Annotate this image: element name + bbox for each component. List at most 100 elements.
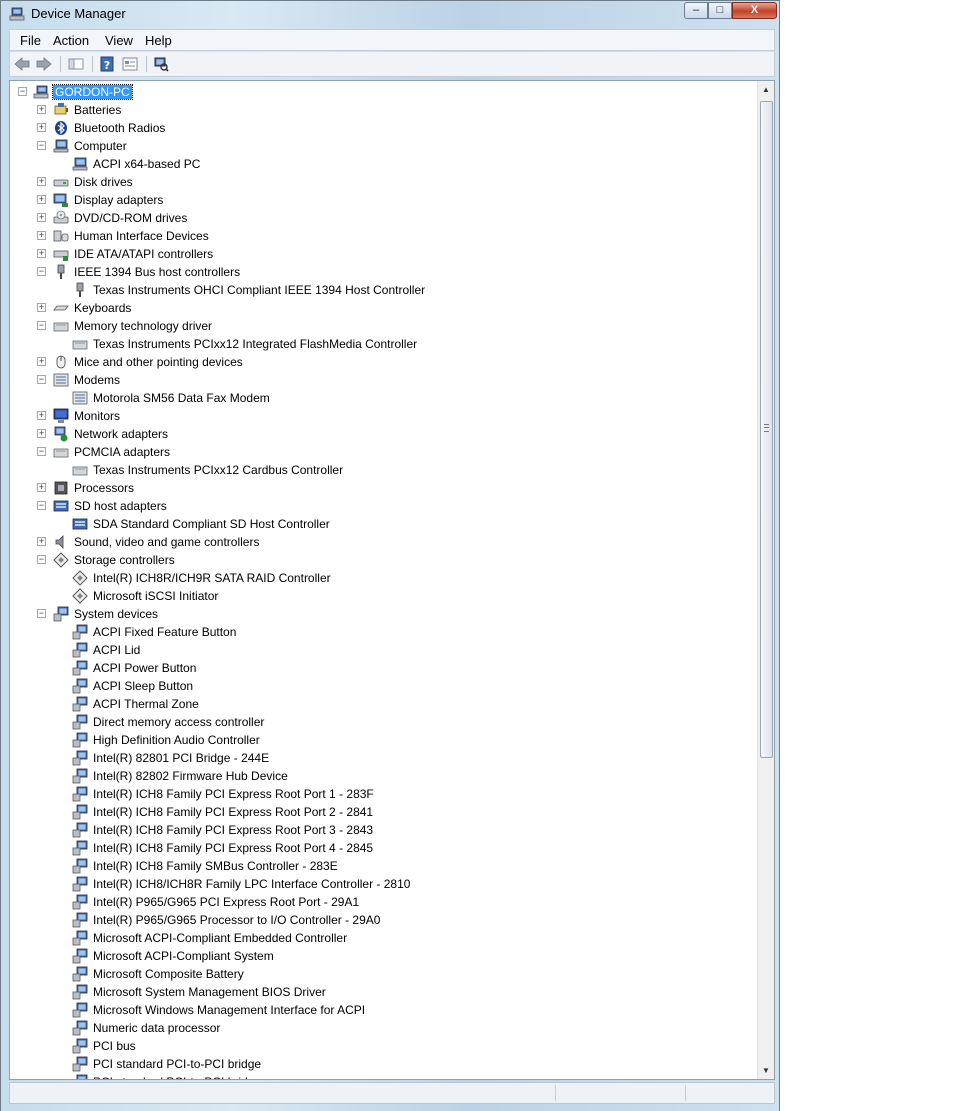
device-item[interactable]: Microsoft System Management BIOS Driver (10, 983, 758, 1001)
category-item-processors[interactable]: + Processors (10, 479, 758, 497)
device-item[interactable]: Microsoft iSCSI Initiator (10, 587, 758, 605)
scroll-up-icon[interactable]: ▲ (758, 81, 774, 98)
expand-icon[interactable]: + (37, 195, 46, 204)
collapse-icon[interactable]: − (37, 267, 46, 276)
back-button[interactable] (12, 55, 32, 73)
expand-icon[interactable]: + (37, 483, 46, 492)
device-item[interactable]: Intel(R) ICH8R/ICH9R SATA RAID Controlle… (10, 569, 758, 587)
device-item[interactable]: Motorola SM56 Data Fax Modem (10, 389, 758, 407)
device-item[interactable]: SDA Standard Compliant SD Host Controlle… (10, 515, 758, 533)
device-item[interactable]: ACPI Sleep Button (10, 677, 758, 695)
scan-hardware-button[interactable] (151, 55, 171, 73)
device-item[interactable]: Texas Instruments PCIxx12 Cardbus Contro… (10, 461, 758, 479)
device-item[interactable]: ACPI Lid (10, 641, 758, 659)
device-item[interactable]: ACPI Power Button (10, 659, 758, 677)
device-item[interactable]: Numeric data processor (10, 1019, 758, 1037)
device-item[interactable]: Intel(R) ICH8/ICH8R Family LPC Interface… (10, 875, 758, 893)
category-item-dvd-cd-rom-drives[interactable]: + DVD/CD-ROM drives (10, 209, 758, 227)
category-item-storage-controllers[interactable]: − Storage controllers (10, 551, 758, 569)
scroll-down-icon[interactable]: ▼ (758, 1062, 774, 1079)
device-item[interactable]: Microsoft Windows Management Interface f… (10, 1001, 758, 1019)
expand-icon[interactable]: + (37, 411, 46, 420)
close-button[interactable]: X (732, 2, 777, 19)
show-hide-tree-button[interactable] (66, 55, 86, 73)
expand-icon[interactable]: + (37, 213, 46, 222)
collapse-icon[interactable]: − (37, 375, 46, 384)
expand-icon[interactable]: + (37, 357, 46, 366)
expand-icon[interactable]: + (37, 303, 46, 312)
expand-icon[interactable]: + (37, 537, 46, 546)
collapse-icon[interactable]: − (18, 87, 27, 96)
menu-action[interactable]: Action (53, 33, 89, 48)
device-item[interactable]: ACPI Fixed Feature Button (10, 623, 758, 641)
collapse-icon[interactable]: − (37, 447, 46, 456)
device-item[interactable]: Texas Instruments OHCI Compliant IEEE 13… (10, 281, 758, 299)
device-item[interactable]: Intel(R) 82802 Firmware Hub Device (10, 767, 758, 785)
forward-button[interactable] (34, 55, 54, 73)
category-item-human-interface-devices[interactable]: + Human Interface Devices (10, 227, 758, 245)
device-item[interactable]: Intel(R) ICH8 Family SMBus Controller - … (10, 857, 758, 875)
category-item-mice-and-other-pointing-devices[interactable]: + Mice and other pointing devices (10, 353, 758, 371)
device-item[interactable]: Intel(R) P965/G965 Processor to I/O Cont… (10, 911, 758, 929)
menu-file[interactable]: File (20, 33, 41, 48)
device-item[interactable]: Microsoft ACPI-Compliant Embedded Contro… (10, 929, 758, 947)
device-item[interactable]: PCI standard PCI-to-PCI bridge (10, 1055, 758, 1073)
maximize-button[interactable]: □ (708, 2, 732, 19)
device-item[interactable]: Microsoft ACPI-Compliant System (10, 947, 758, 965)
device-tree-view[interactable]: − GORDON-PC + Batteries + Bluetooth Radios −… (9, 80, 775, 1080)
device-item[interactable]: Intel(R) ICH8 Family PCI Express Root Po… (10, 821, 758, 839)
expand-icon[interactable]: + (37, 249, 46, 258)
category-item-bluetooth-radios[interactable]: + Bluetooth Radios (10, 119, 758, 137)
expand-icon[interactable]: + (37, 231, 46, 240)
category-item-memory-technology-driver[interactable]: − Memory technology driver (10, 317, 758, 335)
category-item-monitors[interactable]: + Monitors (10, 407, 758, 425)
device-label: Intel(R) 82801 PCI Bridge - 244E (93, 751, 270, 765)
category-item-sound-video-and-game-controllers[interactable]: + Sound, video and game controllers (10, 533, 758, 551)
category-item-sd-host-adapters[interactable]: − SD host adapters (10, 497, 758, 515)
tree-root-item[interactable]: − GORDON-PC (10, 83, 758, 101)
category-item-display-adapters[interactable]: + Display adapters (10, 191, 758, 209)
category-label: Human Interface Devices (74, 229, 209, 243)
category-item-computer[interactable]: − Computer (10, 137, 758, 155)
scroll-thumb[interactable] (760, 101, 773, 758)
collapse-icon[interactable]: − (37, 501, 46, 510)
category-item-network-adapters[interactable]: + Network adapters (10, 425, 758, 443)
collapse-icon[interactable]: − (37, 555, 46, 564)
minimize-button[interactable]: – (684, 2, 708, 19)
device-item[interactable]: Intel(R) ICH8 Family PCI Express Root Po… (10, 839, 758, 857)
vertical-scrollbar[interactable]: ▲ ▼ (757, 81, 774, 1079)
title-bar[interactable]: Device Manager – □ X (1, 1, 779, 27)
category-item-system-devices[interactable]: − System devices (10, 605, 758, 623)
menu-help[interactable]: Help (145, 33, 172, 48)
category-item-batteries[interactable]: + Batteries (10, 101, 758, 119)
expand-icon[interactable]: + (37, 429, 46, 438)
category-item-pcmcia-adapters[interactable]: − PCMCIA adapters (10, 443, 758, 461)
device-item[interactable]: High Definition Audio Controller (10, 731, 758, 749)
device-item[interactable]: Intel(R) 82801 PCI Bridge - 244E (10, 749, 758, 767)
category-item-ide-ata-atapi-controllers[interactable]: + IDE ATA/ATAPI controllers (10, 245, 758, 263)
device-item[interactable]: PCI bus (10, 1037, 758, 1055)
device-item[interactable]: ACPI x64-based PC (10, 155, 758, 173)
category-item-disk-drives[interactable]: + Disk drives (10, 173, 758, 191)
collapse-icon[interactable]: − (37, 141, 46, 150)
device-item[interactable]: PCI standard PCI-to-PCI bridge (10, 1073, 758, 1079)
collapse-icon[interactable]: − (37, 609, 46, 618)
category-item-ieee-1394-bus-host-controllers[interactable]: − IEEE 1394 Bus host controllers (10, 263, 758, 281)
device-label: PCI standard PCI-to-PCI bridge (93, 1075, 261, 1079)
collapse-icon[interactable]: − (37, 321, 46, 330)
category-item-modems[interactable]: − Modems (10, 371, 758, 389)
expand-icon[interactable]: + (37, 105, 46, 114)
device-item[interactable]: Direct memory access controller (10, 713, 758, 731)
expand-icon[interactable]: + (37, 177, 46, 186)
properties-button[interactable] (120, 55, 140, 73)
category-item-keyboards[interactable]: + Keyboards (10, 299, 758, 317)
help-button[interactable]: ? (97, 55, 117, 73)
expand-icon[interactable]: + (37, 123, 46, 132)
device-item[interactable]: Texas Instruments PCIxx12 Integrated Fla… (10, 335, 758, 353)
device-item[interactable]: ACPI Thermal Zone (10, 695, 758, 713)
device-item[interactable]: Intel(R) ICH8 Family PCI Express Root Po… (10, 803, 758, 821)
device-item[interactable]: Intel(R) P965/G965 PCI Express Root Port… (10, 893, 758, 911)
menu-view[interactable]: View (105, 33, 133, 48)
device-item[interactable]: Intel(R) ICH8 Family PCI Express Root Po… (10, 785, 758, 803)
device-item[interactable]: Microsoft Composite Battery (10, 965, 758, 983)
